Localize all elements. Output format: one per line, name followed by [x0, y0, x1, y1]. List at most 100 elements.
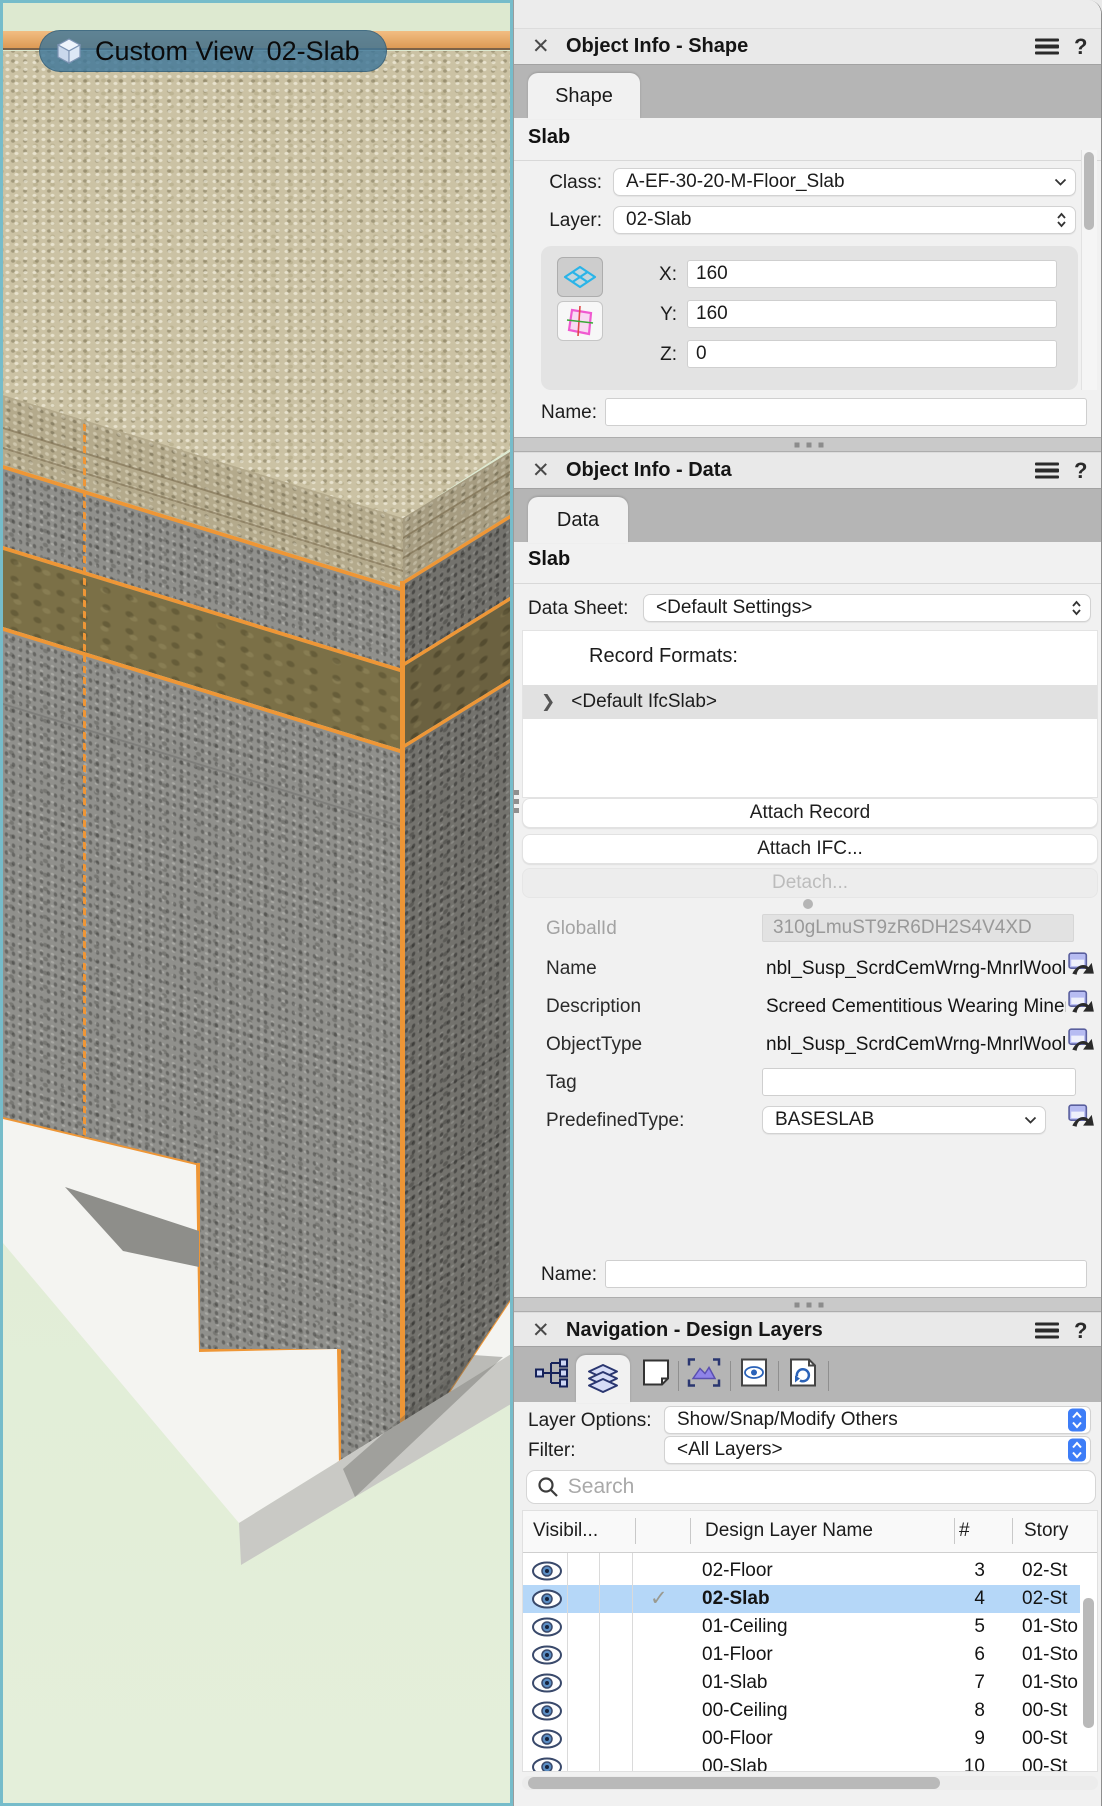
- close-icon[interactable]: ✕: [532, 36, 550, 57]
- tab-sheet-layers-icon[interactable]: [640, 1356, 672, 1393]
- stepper-icon: [1068, 1409, 1086, 1432]
- tab-viewports-icon[interactable]: [686, 1356, 722, 1393]
- table-row[interactable]: 00-Floor 9 00-St: [523, 1725, 1080, 1753]
- visibility-eye-icon[interactable]: [531, 1617, 563, 1643]
- tab-design-layers[interactable]: [576, 1355, 630, 1403]
- attach-record-button[interactable]: Attach Record: [522, 798, 1098, 828]
- search-field[interactable]: [526, 1470, 1096, 1504]
- table-row[interactable]: 01-Ceiling 5 01-Sto: [523, 1613, 1080, 1641]
- close-icon[interactable]: ✕: [532, 460, 550, 481]
- panel-header[interactable]: ✕ Object Info - Shape ?: [514, 28, 1101, 64]
- col-number[interactable]: #: [959, 1520, 970, 1542]
- data-sheet-select[interactable]: <Default Settings>: [643, 594, 1091, 622]
- class-label: Class:: [549, 172, 602, 193]
- working-plane-icon[interactable]: [557, 301, 603, 341]
- help-icon[interactable]: ?: [1074, 458, 1087, 484]
- x-field[interactable]: [687, 260, 1057, 288]
- help-icon[interactable]: ?: [1074, 34, 1087, 60]
- visibility-eye-icon[interactable]: [531, 1589, 563, 1615]
- navigation-panel: ✕ Navigation - Design Layers ? Layer Opt…: [514, 1312, 1101, 1806]
- tab-references-icon[interactable]: [786, 1356, 820, 1393]
- class-select[interactable]: A-EF-30-20-M-Floor_Slab: [613, 168, 1076, 196]
- z-label: Z:: [660, 344, 677, 365]
- search-input[interactable]: [567, 1475, 1085, 1499]
- drag-dots-icon: [794, 442, 823, 447]
- object-name-field[interactable]: [605, 398, 1087, 426]
- up-down-arrows-icon: [1071, 599, 1082, 617]
- scrollbar-thumb[interactable]: [1084, 152, 1094, 230]
- visibility-eye-icon[interactable]: [531, 1645, 563, 1671]
- section-drag-dot[interactable]: [803, 899, 813, 909]
- globalid-label: GlobalId: [546, 918, 617, 939]
- ifc-link-icon[interactable]: [1068, 1104, 1096, 1130]
- layers-table: Visibil... Design Layer Name # Story 02-…: [522, 1510, 1098, 1772]
- predefinedtype-label: PredefinedType:: [546, 1110, 685, 1131]
- app-window: Custom View 02-Slab ✕ Object Info - Shap…: [0, 0, 1102, 1806]
- menu-icon[interactable]: [1035, 1322, 1059, 1339]
- y-field[interactable]: [687, 300, 1057, 328]
- tab-data[interactable]: Data: [528, 497, 628, 543]
- attach-ifc-button[interactable]: Attach IFC...: [522, 834, 1098, 864]
- panel-header[interactable]: ✕ Object Info - Data ?: [514, 452, 1101, 488]
- visibility-eye-icon[interactable]: [531, 1757, 563, 1772]
- record-format-item[interactable]: ❯ <Default IfcSlab>: [523, 685, 1097, 719]
- visibility-eye-icon[interactable]: [531, 1729, 563, 1755]
- description-value[interactable]: Screed Cementitious Wearing Miner...: [766, 996, 1066, 1018]
- table-row[interactable]: 01-Floor 6 01-Sto: [523, 1641, 1080, 1669]
- object-name-field[interactable]: [605, 1260, 1087, 1288]
- column-drag-handle[interactable]: [514, 790, 519, 813]
- tag-label: Tag: [546, 1072, 577, 1093]
- z-field[interactable]: [687, 340, 1057, 368]
- table-row[interactable]: 02-Floor 3 02-St: [523, 1557, 1080, 1585]
- col-name[interactable]: Design Layer Name: [705, 1520, 873, 1542]
- tag-field[interactable]: [762, 1068, 1076, 1096]
- description-label: Description: [546, 996, 642, 1017]
- y-label: Y:: [660, 304, 677, 325]
- viewport-3d[interactable]: Custom View 02-Slab: [0, 0, 513, 1806]
- object-type-heading: Slab: [528, 126, 571, 148]
- menu-icon[interactable]: [1035, 38, 1059, 55]
- visibility-eye-icon[interactable]: [531, 1701, 563, 1727]
- stepper-icon: [1068, 1439, 1086, 1462]
- ifc-link-icon[interactable]: [1068, 990, 1096, 1016]
- table-row[interactable]: 00-Ceiling 8 00-St: [523, 1697, 1080, 1725]
- objecttype-value[interactable]: nbl_Susp_ScrdCemWrng-MnrlWoolS...: [766, 1034, 1066, 1056]
- cube-icon: [56, 38, 82, 65]
- scrollbar-thumb[interactable]: [1083, 1598, 1094, 1728]
- help-icon[interactable]: ?: [1074, 1318, 1087, 1344]
- close-icon[interactable]: ✕: [532, 1320, 550, 1341]
- object-info-shape-panel: ✕ Object Info - Shape ? Shape Slab Class…: [514, 0, 1101, 437]
- layer-options-label: Layer Options:: [528, 1410, 652, 1431]
- panel-title: Navigation - Design Layers: [566, 1319, 823, 1341]
- menu-icon[interactable]: [1035, 462, 1059, 479]
- ifc-name-value[interactable]: nbl_Susp_ScrdCemWrng-MnrlWoolS...: [766, 958, 1066, 980]
- drag-dots-icon: [794, 1302, 823, 1307]
- panel-header[interactable]: ✕ Navigation - Design Layers ?: [514, 1312, 1101, 1348]
- layer-select[interactable]: 02-Slab: [613, 206, 1076, 234]
- ifc-link-icon[interactable]: [1068, 952, 1096, 978]
- predefinedtype-select[interactable]: BASESLAB: [762, 1106, 1046, 1134]
- layer-options-select[interactable]: Show/Snap/Modify Others: [664, 1406, 1091, 1434]
- table-row[interactable]: 01-Slab 7 01-Sto: [523, 1669, 1080, 1697]
- visibility-eye-icon[interactable]: [531, 1561, 563, 1587]
- panel-resize-handle[interactable]: [514, 1297, 1101, 1312]
- ifc-link-icon[interactable]: [1068, 1028, 1096, 1054]
- panel-resize-handle[interactable]: [514, 437, 1101, 452]
- table-row[interactable]: 00-Slab 10 00-St: [523, 1753, 1080, 1772]
- detach-button: Detach...: [522, 868, 1098, 898]
- tab-classes-icon[interactable]: [534, 1357, 570, 1392]
- globalid-value: 310gLmuST9zR6DH2S4V4XD: [762, 914, 1074, 942]
- disclosure-icon[interactable]: ❯: [541, 692, 555, 712]
- filter-select[interactable]: <All Layers>: [664, 1436, 1091, 1464]
- tab-shape[interactable]: Shape: [528, 73, 640, 119]
- object-type-heading: Slab: [528, 548, 571, 570]
- col-visibility[interactable]: Visibil...: [533, 1520, 598, 1542]
- col-story[interactable]: Story: [1024, 1520, 1068, 1542]
- nav-mode-bar: [514, 1346, 1101, 1403]
- screen-plane-icon[interactable]: [557, 257, 603, 297]
- visibility-eye-icon[interactable]: [531, 1673, 563, 1699]
- table-row-selected[interactable]: ✓ 02-Slab 4 02-St: [523, 1585, 1080, 1613]
- hscrollbar-thumb[interactable]: [528, 1777, 940, 1789]
- table-header[interactable]: Visibil... Design Layer Name # Story: [523, 1511, 1097, 1553]
- tab-saved-views-icon[interactable]: [738, 1356, 770, 1393]
